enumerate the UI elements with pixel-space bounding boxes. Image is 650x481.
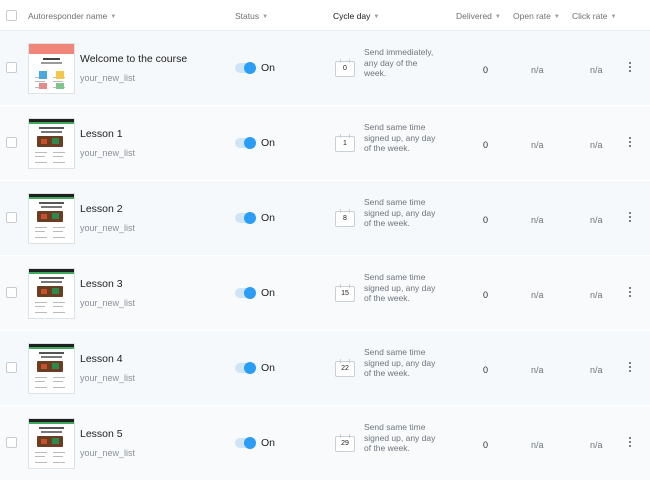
more-vertical-icon[interactable] — [626, 360, 634, 376]
status-label: On — [261, 437, 276, 449]
row-checkbox[interactable] — [6, 137, 17, 148]
delivered-count: 0 — [483, 215, 489, 225]
delivered-count: 0 — [483, 65, 489, 75]
open-rate: n/a — [531, 140, 544, 150]
more-vertical-icon[interactable] — [626, 435, 634, 451]
cycle-day-description: Send immediately, any day of the week. — [364, 47, 434, 78]
more-vertical-icon[interactable] — [626, 60, 634, 76]
sort-caret-icon: ▼ — [494, 14, 501, 20]
status-toggle[interactable] — [235, 137, 256, 149]
table-row[interactable]: Lesson 2 your_new_list On 8 Send same ti… — [0, 181, 650, 256]
table-row[interactable]: Welcome to the course your_new_list On 0… — [0, 31, 650, 106]
column-header-name[interactable]: Autoresponder name ▼ — [28, 11, 116, 21]
calendar-icon: 15 — [335, 284, 355, 302]
status-label: On — [261, 287, 276, 299]
status-label: On — [261, 212, 276, 224]
list-name: your_new_list — [80, 373, 136, 383]
calendar-icon: 0 — [335, 59, 355, 77]
sort-caret-icon: ▼ — [553, 14, 560, 20]
table-row[interactable]: Lesson 1 your_new_list On 1 Send same ti… — [0, 106, 650, 181]
delivered-count: 0 — [483, 140, 489, 150]
click-rate: n/a — [590, 215, 603, 225]
sort-caret-icon: ▼ — [262, 14, 269, 20]
email-thumbnail[interactable] — [28, 118, 75, 169]
status-label: On — [261, 362, 276, 374]
more-vertical-icon[interactable] — [626, 135, 634, 151]
click-rate: n/a — [590, 440, 603, 450]
status-toggle[interactable] — [235, 362, 256, 374]
column-header-status[interactable]: Status ▼ — [235, 11, 268, 21]
status-toggle[interactable] — [235, 212, 256, 224]
status-toggle[interactable] — [235, 437, 256, 449]
more-vertical-icon[interactable] — [626, 210, 634, 226]
autoresponder-name[interactable]: Lesson 4 — [80, 353, 123, 365]
row-checkbox[interactable] — [6, 212, 17, 223]
open-rate: n/a — [531, 365, 544, 375]
column-header-delivered[interactable]: Delivered ▼ — [456, 11, 501, 21]
list-name: your_new_list — [80, 298, 136, 308]
open-rate: n/a — [531, 290, 544, 300]
select-all-checkbox[interactable] — [6, 10, 17, 21]
row-checkbox[interactable] — [6, 437, 17, 448]
status-toggle[interactable] — [235, 287, 256, 299]
list-name: your_new_list — [80, 448, 136, 458]
click-rate: n/a — [590, 290, 603, 300]
list-name: your_new_list — [80, 73, 136, 83]
cycle-day-description: Send same time signed up, any day of the… — [364, 272, 436, 303]
table-header: Autoresponder name ▼ Status ▼ Cycle day ▼ D… — [0, 0, 650, 31]
status-label: On — [261, 62, 276, 74]
autoresponder-table: Autoresponder name ▼ Status ▼ Cycle day ▼ D… — [0, 0, 650, 481]
sort-caret-icon: ▼ — [373, 14, 380, 20]
row-checkbox[interactable] — [6, 287, 17, 298]
cycle-day-description: Send same time signed up, any day of the… — [364, 422, 436, 453]
email-thumbnail[interactable] — [28, 418, 75, 469]
autoresponder-name[interactable]: Welcome to the course — [80, 53, 187, 65]
list-name: your_new_list — [80, 223, 136, 233]
column-header-cycle-day[interactable]: Cycle day ▼ — [333, 11, 379, 21]
sort-caret-icon: ▼ — [110, 14, 117, 20]
calendar-icon: 29 — [335, 434, 355, 452]
email-thumbnail[interactable] — [28, 193, 75, 244]
table-row[interactable]: Lesson 5 your_new_list On 29 Send same t… — [0, 406, 650, 481]
email-thumbnail[interactable] — [28, 43, 75, 94]
cycle-day-description: Send same time signed up, any day of the… — [364, 197, 436, 228]
status-toggle[interactable] — [235, 62, 256, 74]
email-thumbnail[interactable] — [28, 343, 75, 394]
click-rate: n/a — [590, 140, 603, 150]
more-vertical-icon[interactable] — [626, 285, 634, 301]
row-checkbox[interactable] — [6, 62, 17, 73]
calendar-icon: 1 — [335, 134, 355, 152]
autoresponder-name[interactable]: Lesson 5 — [80, 428, 123, 440]
table-body: Welcome to the course your_new_list On 0… — [0, 31, 650, 481]
open-rate: n/a — [531, 440, 544, 450]
calendar-icon: 22 — [335, 359, 355, 377]
table-row[interactable]: Lesson 3 your_new_list On 15 Send same t… — [0, 256, 650, 331]
autoresponder-name[interactable]: Lesson 2 — [80, 203, 123, 215]
table-row[interactable]: Lesson 4 your_new_list On 22 Send same t… — [0, 331, 650, 406]
open-rate: n/a — [531, 215, 544, 225]
status-label: On — [261, 137, 276, 149]
click-rate: n/a — [590, 65, 603, 75]
open-rate: n/a — [531, 65, 544, 75]
cycle-day-description: Send same time signed up, any day of the… — [364, 347, 436, 378]
sort-caret-icon: ▼ — [610, 14, 617, 20]
column-header-click-rate[interactable]: Click rate ▼ — [572, 11, 616, 21]
list-name: your_new_list — [80, 148, 136, 158]
delivered-count: 0 — [483, 440, 489, 450]
autoresponder-name[interactable]: Lesson 1 — [80, 128, 123, 140]
email-thumbnail[interactable] — [28, 268, 75, 319]
delivered-count: 0 — [483, 290, 489, 300]
cycle-day-description: Send same time signed up, any day of the… — [364, 122, 436, 153]
column-header-open-rate[interactable]: Open rate ▼ — [513, 11, 560, 21]
delivered-count: 0 — [483, 365, 489, 375]
autoresponder-name[interactable]: Lesson 3 — [80, 278, 123, 290]
calendar-icon: 8 — [335, 209, 355, 227]
click-rate: n/a — [590, 365, 603, 375]
row-checkbox[interactable] — [6, 362, 17, 373]
